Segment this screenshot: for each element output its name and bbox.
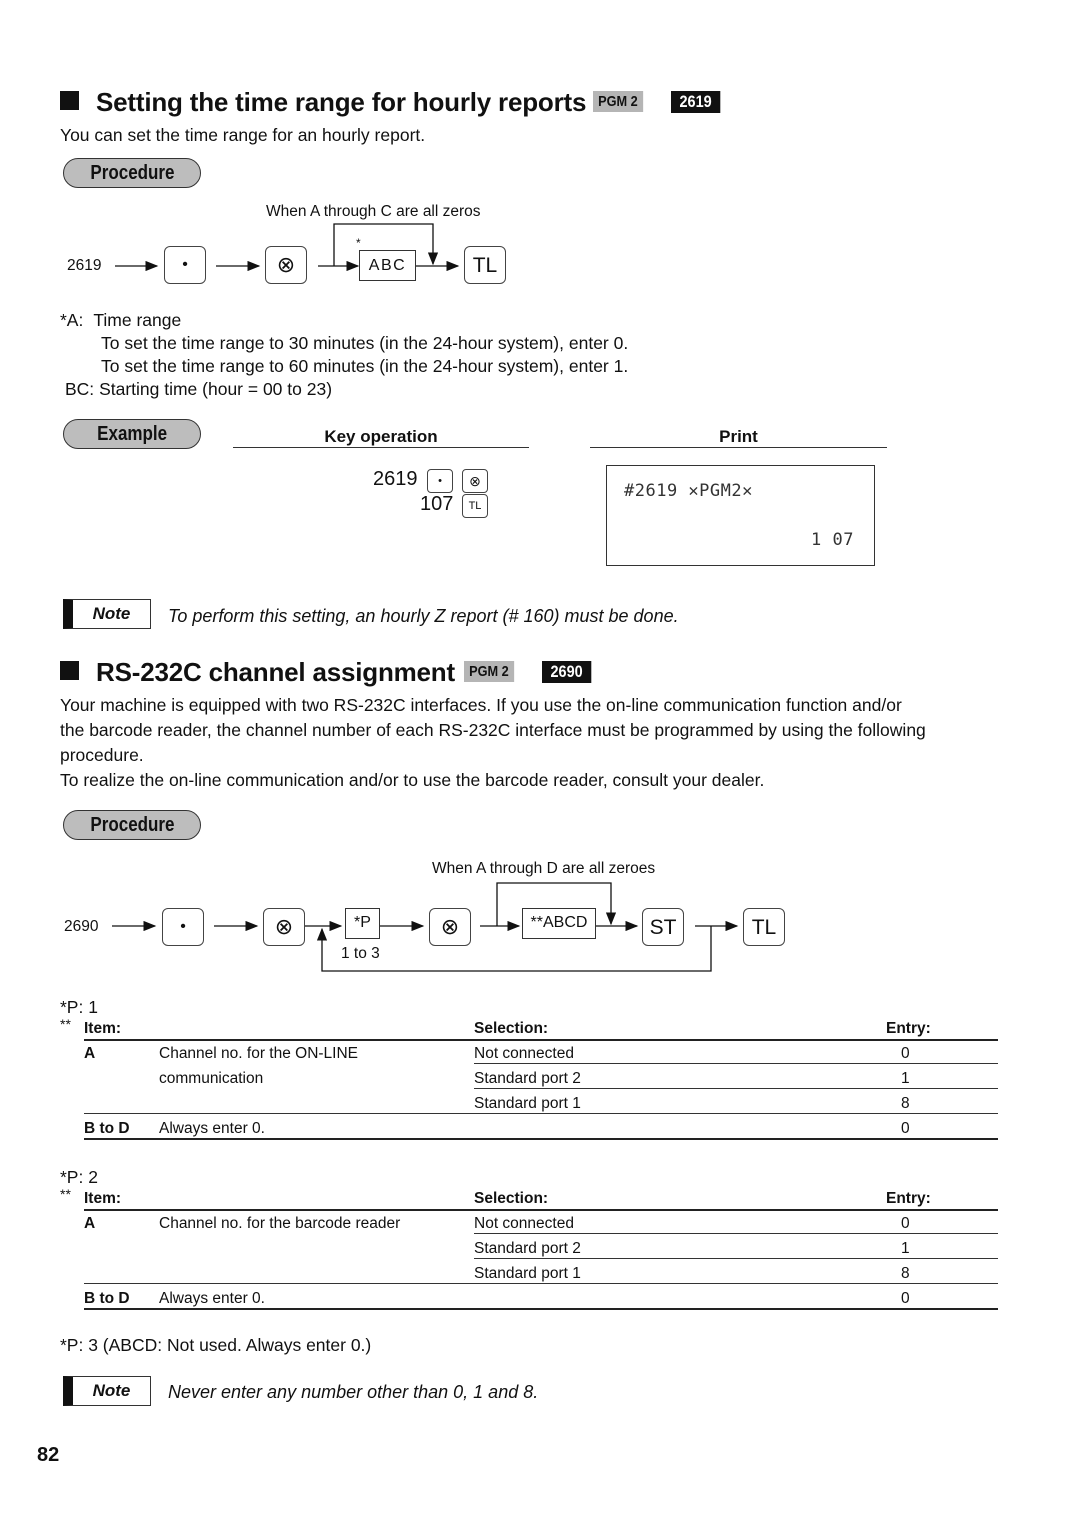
receipt-line-2: 1 07 <box>811 530 854 550</box>
row-code: B to D <box>84 1120 130 1137</box>
row-desc: Always enter 0. <box>159 1120 265 1137</box>
header-selection: Selection: <box>474 1020 549 1037</box>
row-desc: Channel no. for the ON-LINE <box>159 1045 359 1062</box>
page-number: 82 <box>37 1444 60 1466</box>
st-key: ST <box>642 908 684 946</box>
note-bc-start-time: BC: Starting time (hour = 00 to 23) <box>65 379 333 399</box>
p-range-label: 1 to 3 <box>341 945 380 962</box>
note-a-time-range: *A: Time range <box>60 310 182 330</box>
tl-key: TL <box>743 908 785 946</box>
row-selection: Not connected <box>474 1045 574 1062</box>
multiply-key-small: ⊗ <box>462 469 488 493</box>
receipt-line-1: #2619 ✕PGM2✕ <box>624 481 753 501</box>
row-desc: Always enter 0. <box>159 1290 265 1307</box>
tl-key-small: TL <box>462 494 488 518</box>
row-entry: 0 <box>901 1045 910 1062</box>
row-code: A <box>84 1045 96 1062</box>
row-code: A <box>84 1215 96 1232</box>
note-a-30min: To set the time range to 30 minutes (in … <box>101 333 629 353</box>
note-label: Note <box>63 1376 151 1406</box>
print-header: Print <box>719 427 758 446</box>
p-entry-box: *P <box>345 908 380 939</box>
receipt-print: #2619 ✕PGM2✕ 1 07 <box>606 465 875 566</box>
row-selection: Not connected <box>474 1215 574 1232</box>
row-entry: 0 <box>901 1215 910 1232</box>
section-heading-rs232c: RS-232C channel assignment <box>60 657 455 688</box>
header-item: Item: <box>84 1020 122 1037</box>
header-item: Item: <box>84 1190 122 1207</box>
section-title: RS-232C channel assignment <box>96 657 455 687</box>
point-key: • <box>164 246 206 284</box>
table-p1-marker: ** <box>60 1016 71 1032</box>
multiply-key: ⊗ <box>265 246 307 284</box>
abc-entry-box: ABC <box>359 250 416 281</box>
row-entry: 0 <box>901 1120 910 1137</box>
procedure-label: Procedure <box>63 810 201 840</box>
intro-line-2: the barcode reader, the channel number o… <box>60 720 926 740</box>
intro-line-1: Your machine is equipped with two RS-232… <box>60 695 902 715</box>
intro-line-3: procedure. <box>60 745 144 765</box>
note-a-60min: To set the time range to 60 minutes (in … <box>101 356 629 376</box>
example-label: Example <box>63 419 201 449</box>
pgm-mode-tag: PGM 2 <box>464 661 514 682</box>
p3-note: *P: 3 (ABCD: Not used. Always enter 0.) <box>60 1335 372 1355</box>
header-entry: Entry: <box>886 1020 931 1037</box>
row-selection: Standard port 1 <box>474 1265 581 1282</box>
header-entry: Entry: <box>886 1190 931 1207</box>
intro-line-4: To realize the on-line communication and… <box>60 770 765 790</box>
row-selection: Standard port 2 <box>474 1240 581 1257</box>
multiply-key: ⊗ <box>263 908 305 946</box>
row-entry: 8 <box>901 1265 910 1282</box>
row-selection: Standard port 1 <box>474 1095 581 1112</box>
note-text: To perform this setting, an hourly Z rep… <box>168 606 679 626</box>
row-desc: communication <box>159 1070 264 1087</box>
point-key: • <box>162 908 204 946</box>
header-selection: Selection: <box>474 1190 549 1207</box>
abcd-entry-box: **ABCD <box>522 908 596 939</box>
table-p2-marker: ** <box>60 1186 71 1202</box>
row-entry: 8 <box>901 1095 910 1112</box>
tl-key: TL <box>464 246 506 284</box>
key-op-value-2619: 2619 <box>373 468 418 490</box>
note-label: Note <box>63 599 151 629</box>
multiply-key-2: ⊗ <box>429 908 471 946</box>
procedure-flow-arrows <box>115 223 460 272</box>
row-entry: 1 <box>901 1070 910 1087</box>
row-entry: 0 <box>901 1290 910 1307</box>
key-op-value-107: 107 <box>420 493 454 515</box>
row-selection: Standard port 2 <box>474 1070 581 1087</box>
row-desc: Channel no. for the barcode reader <box>159 1215 401 1232</box>
note-text: Never enter any number other than 0, 1 a… <box>168 1382 539 1402</box>
key-operation-header: Key operation <box>324 427 438 446</box>
asterisk-marker: * <box>356 236 361 250</box>
row-code: B to D <box>84 1290 130 1307</box>
bullet-square-icon <box>60 661 79 680</box>
point-key-small: • <box>427 469 453 493</box>
job-code-tag: 2690 <box>542 661 592 683</box>
row-entry: 1 <box>901 1240 910 1257</box>
